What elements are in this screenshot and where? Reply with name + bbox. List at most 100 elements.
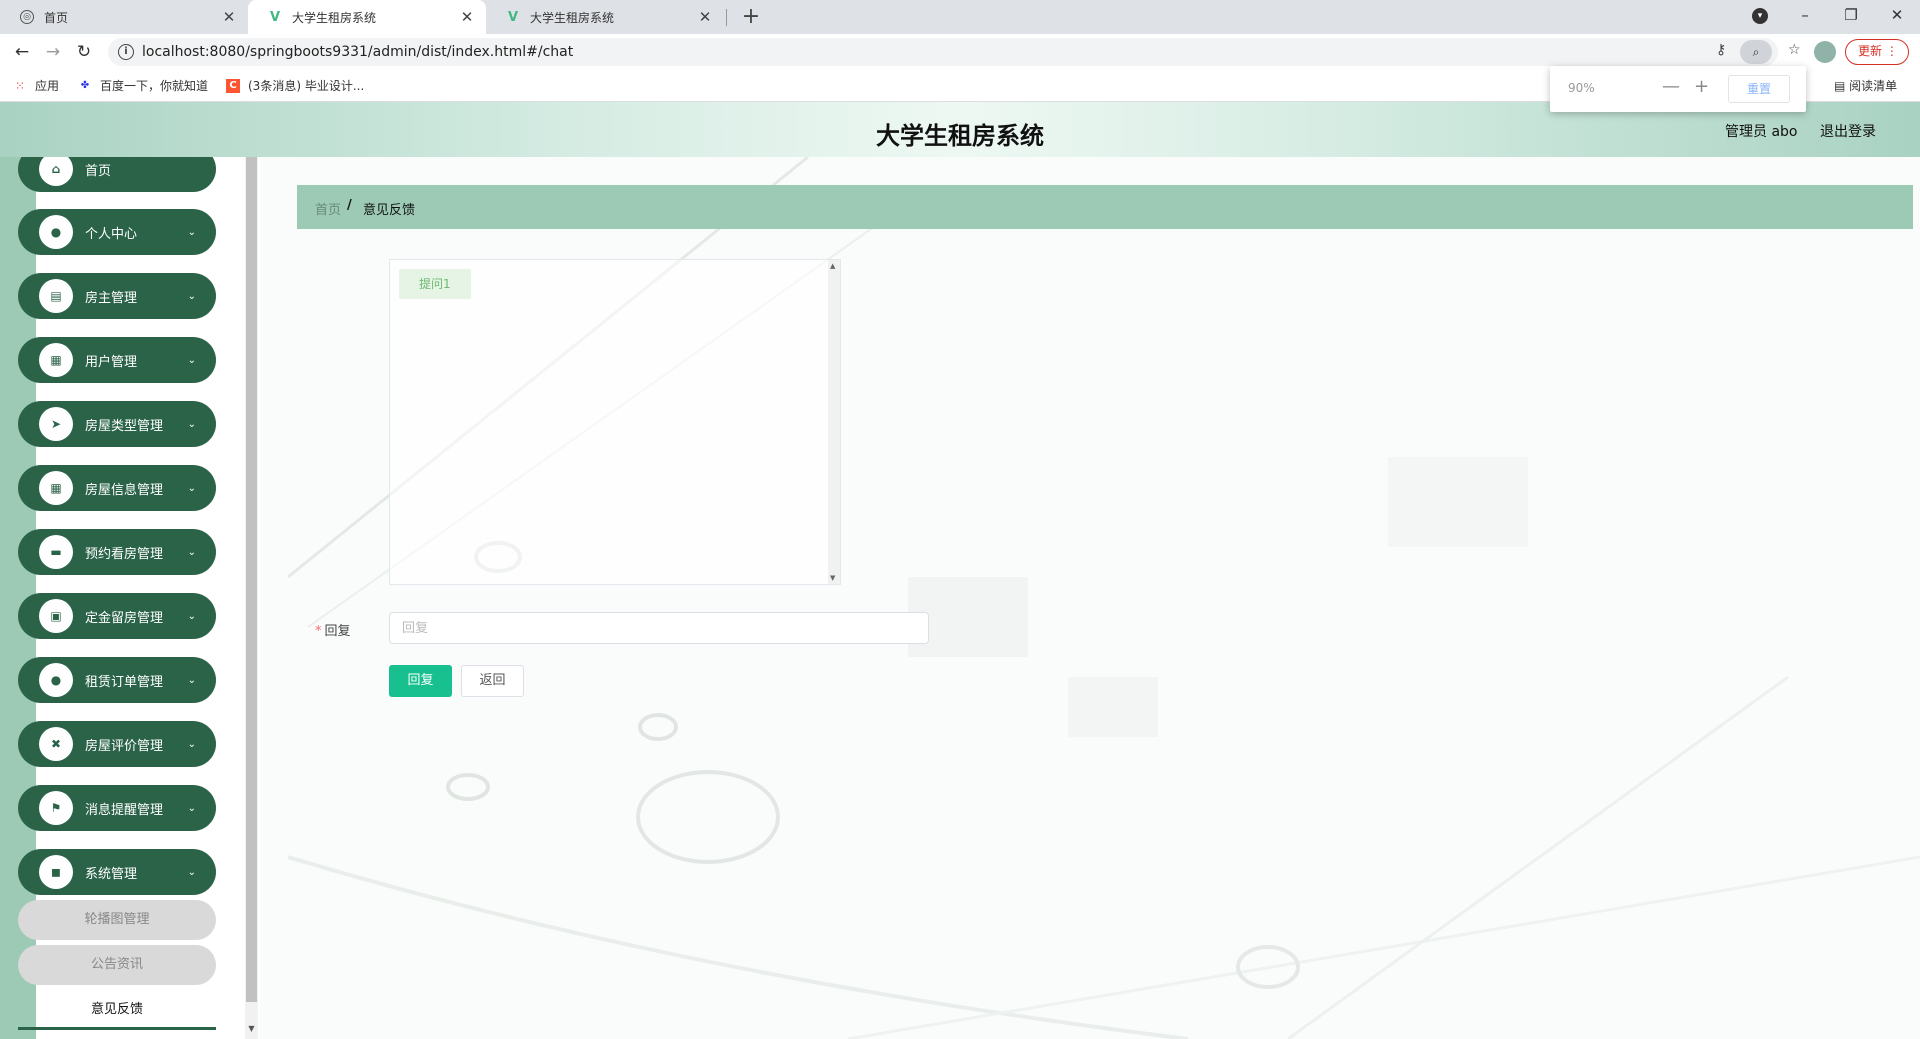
close-tab-icon[interactable]: ✕	[458, 8, 476, 26]
reply-input[interactable]	[389, 612, 929, 644]
close-tab-icon[interactable]: ✕	[696, 8, 714, 26]
chevron-down-icon: ⌄	[187, 290, 196, 302]
zoom-icon[interactable]: ⌕	[1740, 40, 1772, 64]
chat-scrollbar[interactable]: ▲ ▼	[828, 260, 840, 584]
chat-history[interactable]: 提问1 ▲ ▼	[389, 259, 841, 585]
sidebar-sub-announcements[interactable]: 公告资讯	[18, 945, 216, 985]
reading-list-icon: ▤	[1834, 79, 1846, 93]
sidebar-item-users[interactable]: ▦ 用户管理 ⌄	[18, 337, 216, 383]
scroll-up-icon[interactable]: ▲	[830, 262, 835, 270]
tab-title: 首页	[44, 10, 69, 25]
sidebar-item-label: 房屋信息管理	[85, 482, 164, 498]
bookmark-star-icon[interactable]: ☆	[1788, 42, 1801, 58]
home-icon: ⌂	[39, 157, 73, 186]
sidebar-item-lease-orders[interactable]: ● 租赁订单管理 ⌄	[18, 657, 216, 703]
sidebar-scroll-thumb[interactable]	[246, 157, 257, 1002]
key-icon[interactable]: ⚷	[1716, 42, 1726, 58]
sidebar-item-home[interactable]: ⌂ 首页	[18, 157, 216, 192]
logout-link[interactable]: 退出登录	[1820, 121, 1876, 141]
tab-search-icon[interactable]: ▾	[1752, 8, 1768, 24]
sidebar-sub-carousel[interactable]: 轮播图管理	[18, 900, 216, 940]
chevron-down-icon: ⌄	[187, 546, 196, 558]
sidebar-item-notifications[interactable]: ⚑ 消息提醒管理 ⌄	[18, 785, 216, 831]
restore-button[interactable]: ❐	[1828, 0, 1874, 30]
sidebar-sub-feedback[interactable]: 意见反馈	[18, 990, 216, 1030]
tab-separator	[726, 9, 727, 26]
tag-icon: ▬	[39, 535, 73, 569]
url-text[interactable]: localhost:8080/springboots9331/admin/dis…	[142, 44, 573, 60]
chevron-down-icon: ⌄	[187, 866, 196, 878]
sidebar-item-house-types[interactable]: ➤ 房屋类型管理 ⌄	[18, 401, 216, 447]
close-tab-icon[interactable]: ✕	[220, 8, 238, 26]
sidebar-item-house-info[interactable]: ▦ 房屋信息管理 ⌄	[18, 465, 216, 511]
zoom-percent: 90%	[1568, 81, 1595, 95]
scroll-down-icon[interactable]: ▼	[245, 1024, 258, 1039]
zoom-out-button[interactable]: —	[1662, 76, 1680, 97]
sidebar-item-personal[interactable]: ● 个人中心 ⌄	[18, 209, 216, 255]
sidebar-item-label: 用户管理	[85, 354, 138, 370]
back-arrow-icon[interactable]: ←	[10, 40, 34, 64]
sidebar-item-label: 消息提醒管理	[85, 802, 164, 818]
reading-list-label: 阅读清单	[1849, 79, 1898, 93]
bookmark-baidu[interactable]: ✤ 百度一下，你就知道	[78, 77, 208, 94]
tab-home[interactable]: ◎ 首页 ✕	[0, 0, 248, 34]
chevron-down-icon: ⌄	[187, 610, 196, 622]
tab-title: 大学生租房系统	[530, 10, 615, 25]
window-close-button[interactable]: ✕	[1874, 0, 1920, 30]
sidebar-item-label: 个人中心	[85, 226, 138, 242]
breadcrumb-home[interactable]: 首页	[315, 199, 341, 218]
bookmark-apps[interactable]: ⁙ 应用	[13, 77, 59, 94]
csdn-icon: C	[226, 78, 240, 93]
globe-icon: ◎	[20, 10, 34, 24]
site-info-icon[interactable]: i	[118, 44, 134, 60]
reload-icon[interactable]: ↻	[72, 40, 96, 64]
minimize-button[interactable]: –	[1782, 0, 1828, 30]
chevron-down-icon: ⌄	[187, 418, 196, 430]
breadcrumb-separator: /	[347, 198, 352, 213]
bookmark-label: 百度一下，你就知道	[100, 79, 209, 93]
chevron-down-icon: ⌄	[187, 802, 196, 814]
zoom-in-button[interactable]: +	[1694, 76, 1709, 97]
sidebar: ⌂ 首页 ● 个人中心 ⌄ ▤ 房主管理 ⌄ ▦ 用户管理 ⌄ ➤ 房屋类型管理…	[0, 157, 260, 1039]
sidebar-item-landlords[interactable]: ▤ 房主管理 ⌄	[18, 273, 216, 319]
grid-icon: ▦	[39, 343, 73, 377]
send-icon: ➤	[39, 407, 73, 441]
bookmark-csdn[interactable]: C (3条消息) 毕业设计...	[226, 77, 364, 94]
reply-button[interactable]: 回复	[389, 665, 452, 697]
tab-title: 大学生租房系统	[292, 10, 377, 25]
reading-list[interactable]: ▤ 阅读清单	[1834, 77, 1897, 94]
forward-arrow-icon[interactable]: →	[41, 40, 65, 64]
chevron-down-icon: ⌄	[187, 226, 196, 238]
zoom-reset-button[interactable]: 重置	[1728, 75, 1790, 103]
scroll-down-icon[interactable]: ▼	[830, 574, 835, 582]
app-title: 大学生租房系统	[876, 122, 1044, 150]
ticket-icon: ✖	[39, 727, 73, 761]
profile-avatar[interactable]	[1814, 41, 1836, 63]
sidebar-item-system[interactable]: ◼ 系统管理 ⌄	[18, 849, 216, 895]
baidu-paw-icon: ✤	[80, 80, 90, 91]
sidebar-item-deposits[interactable]: ▣ 定金留房管理 ⌄	[18, 593, 216, 639]
user-icon: ●	[39, 215, 73, 249]
address-bar[interactable]: i localhost:8080/springboots9331/admin/d…	[108, 38, 1801, 66]
sidebar-item-label: 定金留房管理	[85, 610, 164, 626]
back-button[interactable]: 返回	[461, 665, 524, 697]
sidebar-item-label: 系统管理	[85, 866, 138, 882]
chat-message: 提问1	[399, 269, 471, 299]
new-tab-button[interactable]: +	[738, 4, 764, 29]
sidebar-item-viewings[interactable]: ▬ 预约看房管理 ⌄	[18, 529, 216, 575]
tab-third[interactable]: V 大学生租房系统 ✕	[486, 0, 724, 34]
vue-logo-icon: V	[269, 9, 281, 25]
briefcase-icon: ▣	[39, 599, 73, 633]
sidebar-item-label: 房主管理	[85, 290, 138, 306]
current-user: 管理员 abo	[1725, 124, 1798, 140]
reply-label: * 回复	[315, 620, 351, 639]
tab-active[interactable]: V 大学生租房系统 ✕	[248, 0, 486, 34]
chevron-down-icon: ⌄	[187, 738, 196, 750]
sidebar-item-reviews[interactable]: ✖ 房屋评价管理 ⌄	[18, 721, 216, 767]
chevron-down-icon: ⌄	[187, 482, 196, 494]
vue-logo-icon: V	[507, 9, 519, 25]
update-button[interactable]: 更新 ⋮	[1845, 39, 1909, 65]
flag-icon: ⚑	[39, 791, 73, 825]
user-icon: ●	[39, 663, 73, 697]
sidebar-item-label: 租赁订单管理	[85, 674, 164, 690]
